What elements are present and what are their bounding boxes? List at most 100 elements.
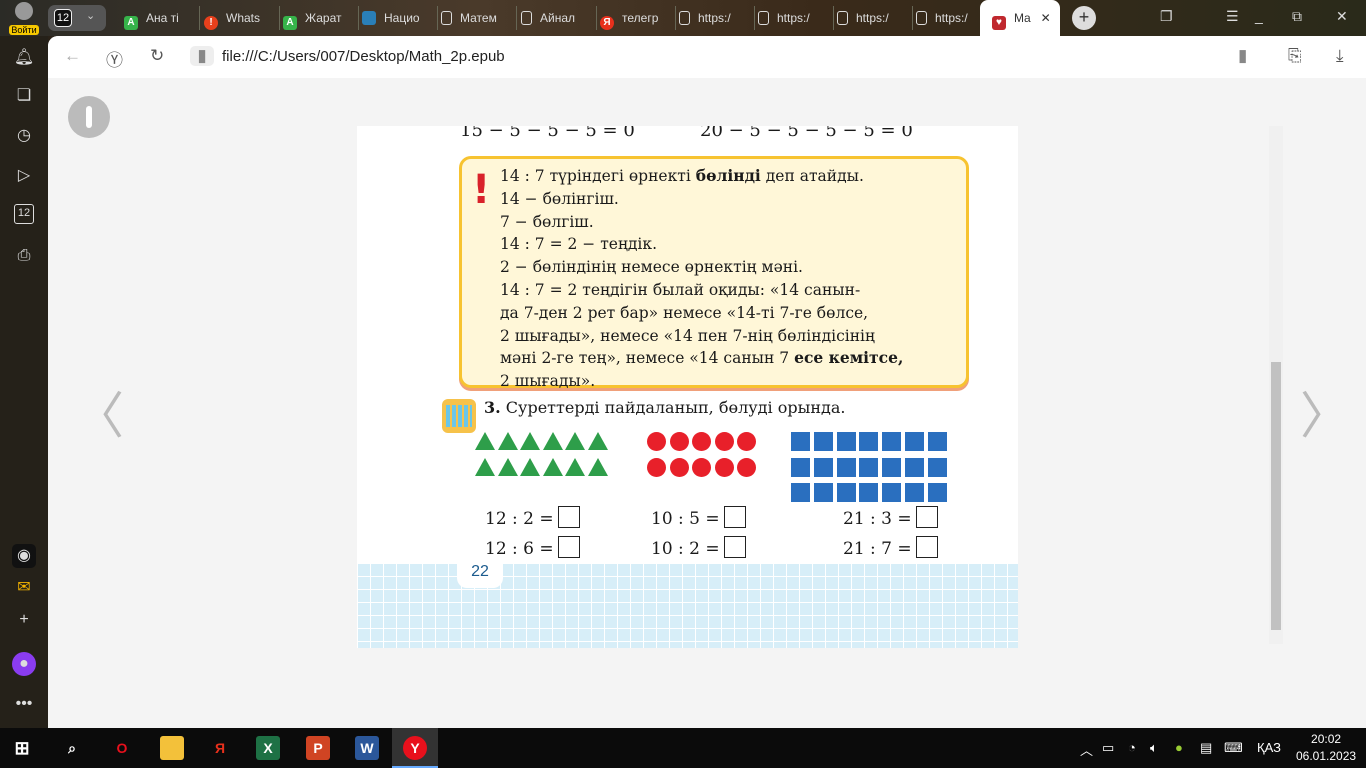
- circle-shape: [692, 458, 711, 477]
- circle-shape: [647, 458, 666, 477]
- square-shape: [905, 457, 924, 477]
- answer-box[interactable]: [915, 506, 938, 528]
- bookmarks-panel-icon[interactable]: ❐: [1160, 8, 1173, 25]
- circle-shape: [669, 458, 689, 477]
- back-icon[interactable]: ←: [64, 46, 81, 66]
- close-window-icon[interactable]: ✕: [1336, 8, 1348, 25]
- notifications-icon[interactable]: ▤: [1200, 740, 1212, 756]
- document-icon: [521, 11, 532, 25]
- triangle-shape: [587, 458, 608, 476]
- collections-icon[interactable]: ❏: [12, 84, 36, 108]
- square-shape: [836, 432, 856, 451]
- triangle-shape: [475, 458, 495, 476]
- rule-line: 14 : 7 түріндегі өрнекті бөлінді деп ата…: [500, 166, 864, 185]
- answer-box[interactable]: [557, 536, 580, 558]
- browser-content: ← Ⓨ ↻ ▮ file:///C:/Users/007/Desktop/Mat…: [48, 36, 1366, 728]
- rule-box: ! 14 : 7 түріндегі өрнекті бөлінді деп а…: [459, 156, 969, 390]
- square-shape: [836, 483, 856, 502]
- bell-icon[interactable]: 🔔︎: [12, 46, 36, 70]
- square-shape: [813, 432, 833, 451]
- more-icon[interactable]: •••: [12, 692, 36, 716]
- next-page-arrow[interactable]: 〉: [1300, 376, 1350, 448]
- circle-shape: [692, 432, 711, 451]
- download-icon[interactable]: ⤓: [1336, 46, 1344, 66]
- tab[interactable]: Ятелегр: [600, 6, 676, 30]
- rule-line: 2 шығады», немесе «14 пен 7-нің бөліндіс…: [500, 326, 875, 345]
- division-equation: 10 : 5 =: [651, 506, 746, 529]
- search-icon[interactable]: ⌕: [60, 736, 84, 760]
- rule-line: 2 шығады».: [500, 372, 596, 391]
- reader-icon[interactable]: ⎘: [1288, 46, 1302, 66]
- scrollbar[interactable]: [1269, 126, 1283, 644]
- document-icon: [758, 11, 769, 25]
- rule-line: 2 − бөліндінің немесе өрнектің мәні.: [500, 258, 803, 277]
- language-indicator[interactable]: ҚАЗ: [1257, 740, 1281, 755]
- play-icon[interactable]: ▷: [12, 164, 36, 188]
- scrollbar-thumb[interactable]: [1271, 362, 1281, 630]
- history-icon[interactable]: ◷: [12, 124, 36, 148]
- battery-icon[interactable]: ▭: [1102, 740, 1114, 756]
- rule-line: 7 − бөлгіш.: [500, 212, 594, 231]
- avatar-icon: [15, 2, 33, 20]
- close-tab-icon[interactable]: ✕: [1041, 11, 1051, 25]
- triangle-shape: [542, 432, 563, 450]
- chevron-down-icon: ⌄: [86, 10, 96, 22]
- bookmark-icon[interactable]: ▮: [1238, 46, 1247, 66]
- tab[interactable]: Нацио: [362, 6, 438, 30]
- square-shape: [882, 483, 902, 502]
- tab[interactable]: A Жарат: [283, 6, 359, 30]
- document-icon: [679, 11, 690, 25]
- reload-icon[interactable]: ↻: [150, 46, 164, 66]
- division-equation: 12 : 6 =: [485, 536, 580, 559]
- tab[interactable]: Айнал: [521, 6, 597, 30]
- answer-box[interactable]: [723, 536, 746, 558]
- square-shape: [882, 432, 902, 451]
- yandex-icon[interactable]: Ⓨ: [106, 46, 123, 71]
- alice-app-icon[interactable]: ◉: [12, 544, 36, 568]
- taskbar-active-app[interactable]: Y: [392, 728, 438, 768]
- tab-count-button[interactable]: 12 ⌄: [48, 5, 106, 31]
- answer-box[interactable]: [723, 506, 746, 528]
- mail-icon[interactable]: ✉: [12, 576, 36, 600]
- new-tab-button[interactable]: +: [1072, 6, 1096, 30]
- powerpoint-icon[interactable]: P: [306, 736, 330, 760]
- tab[interactable]: https:/: [679, 6, 755, 30]
- add-icon[interactable]: +: [12, 608, 36, 632]
- answer-box[interactable]: [915, 536, 938, 558]
- triangle-shape: [497, 458, 518, 476]
- wifi-icon[interactable]: ◔: [1128, 740, 1136, 755]
- opera-icon[interactable]: O: [110, 736, 134, 760]
- clock[interactable]: 20:02 06.01.2023: [1296, 731, 1356, 765]
- restore-icon[interactable]: ⧉: [1292, 8, 1302, 25]
- alice-icon[interactable]: ●: [12, 652, 36, 676]
- tab-active[interactable]: ♥ Ma ✕: [980, 0, 1060, 36]
- word-icon[interactable]: W: [355, 736, 379, 760]
- square-shape: [927, 432, 947, 451]
- tab[interactable]: Матем: [441, 6, 517, 30]
- tab[interactable]: ! Whats: [204, 6, 280, 30]
- app-tray-icon[interactable]: ●: [1175, 740, 1183, 755]
- answer-box[interactable]: [557, 506, 580, 528]
- reading-mode-button[interactable]: [68, 96, 110, 138]
- tab[interactable]: https:/: [758, 6, 834, 30]
- minimize-icon[interactable]: _: [1255, 8, 1263, 24]
- tab-count-icon[interactable]: 12: [14, 204, 34, 224]
- file-icon: ▮: [190, 46, 214, 66]
- triangle-shape: [542, 458, 563, 476]
- tab-bar: Войти 12 ⌄ A Ана ті! Whats A Жарат Нацио Матем А…: [0, 0, 1366, 36]
- square-shape: [791, 457, 810, 477]
- menu-icon[interactable]: ☰: [1226, 8, 1239, 25]
- tab[interactable]: A Ана ті: [124, 6, 200, 30]
- tab[interactable]: https:/: [837, 6, 913, 30]
- yandex-browser-icon[interactable]: Я: [208, 736, 232, 760]
- login-button[interactable]: Войти: [6, 2, 42, 35]
- prev-page-arrow[interactable]: 〈: [74, 376, 124, 448]
- screenshot-icon[interactable]: ⎙: [12, 244, 36, 268]
- volume-icon[interactable]: 🔈︎: [1150, 740, 1158, 756]
- excel-icon[interactable]: X: [256, 736, 280, 760]
- keyboard-icon[interactable]: ⌨: [1224, 740, 1243, 756]
- windows-start-icon[interactable]: ⊞: [10, 736, 34, 760]
- file-explorer-icon[interactable]: [160, 736, 184, 760]
- url-field[interactable]: file:///C:/Users/007/Desktop/Math_2p.epu…: [222, 48, 505, 65]
- tray-chevron-icon[interactable]: ︿: [1080, 740, 1093, 759]
